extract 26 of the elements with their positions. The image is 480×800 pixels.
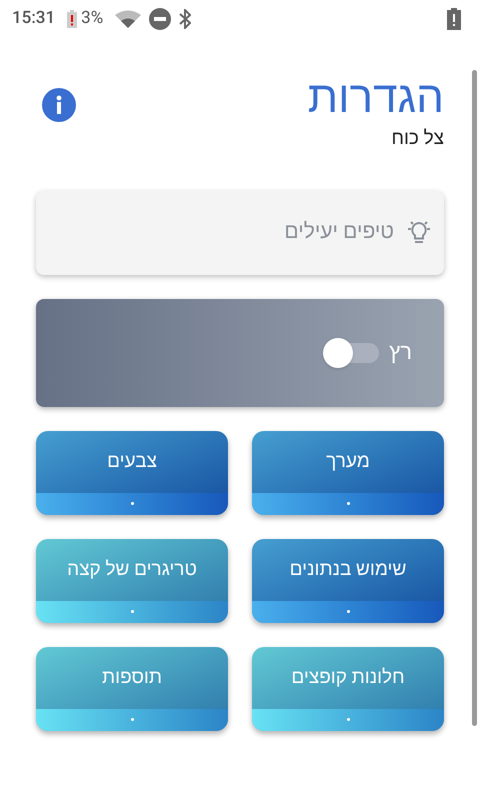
dot-icon: [346, 718, 350, 721]
dot-icon: [130, 502, 134, 505]
settings-tile[interactable]: תוספות: [36, 646, 228, 730]
do-not-disturb-icon: [149, 8, 172, 30]
settings-tile[interactable]: צבעים: [36, 430, 228, 514]
battery-alert-icon: [447, 8, 461, 30]
battery-low-icon: [67, 10, 78, 28]
dot-icon: [346, 610, 350, 613]
bluetooth-icon: [179, 9, 192, 29]
dot-icon: [130, 610, 134, 613]
wifi-icon: [115, 10, 142, 28]
tips-button[interactable]: טיפים יעילים: [36, 190, 444, 274]
dot-icon: [346, 502, 350, 505]
status-time: 15:31: [12, 7, 56, 30]
settings-tile[interactable]: חלונות קופצים: [252, 646, 444, 730]
settings-tile[interactable]: שימוש בנתונים: [252, 538, 444, 622]
page-title: הגדרות: [308, 72, 444, 122]
dot-icon: [130, 718, 134, 721]
page-subtitle: צל כוח: [391, 125, 444, 151]
run-label: רץ: [389, 339, 412, 367]
battery-percent: 3%: [81, 7, 104, 30]
run-toggle[interactable]: [323, 338, 382, 368]
info-icon[interactable]: [42, 88, 76, 122]
scrollbar[interactable]: [472, 70, 477, 726]
settings-tile[interactable]: מערך: [252, 430, 444, 514]
settings-tile[interactable]: טריגרים של קצה: [36, 538, 228, 622]
